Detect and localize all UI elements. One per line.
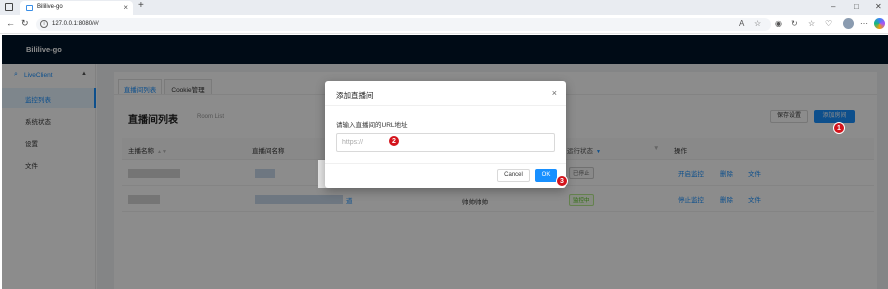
dialog-footer: Cancel OK xyxy=(325,163,566,188)
add-room-dialog: 添加直播间 × 请输入直播间的URL地址 Cancel OK xyxy=(325,81,566,188)
favorite-star-icon[interactable]: ☆ xyxy=(754,19,761,28)
tab-close-icon[interactable]: × xyxy=(123,3,128,12)
site-info-icon[interactable]: i xyxy=(40,20,48,28)
extension-icon[interactable]: ◉ xyxy=(775,19,782,28)
refresh-button[interactable]: ↻ xyxy=(21,18,29,29)
tab-favicon-icon xyxy=(26,5,33,11)
browser-tab-bar: Bililive-go × + – □ ✕ xyxy=(0,0,888,15)
window-menu-icon[interactable] xyxy=(5,3,13,11)
step-callout-3: 3 xyxy=(556,175,568,187)
cancel-button[interactable]: Cancel xyxy=(497,169,530,182)
address-toolbar: ← ↻ i 127.0.0.1:8080/#/ A ☆ ◉ ↻ ☆ ♡ ⋯ xyxy=(0,15,888,34)
close-icon[interactable]: × xyxy=(552,88,557,98)
address-bar[interactable]: i 127.0.0.1:8080/#/ xyxy=(36,18,771,31)
maximize-button[interactable]: □ xyxy=(854,2,859,11)
favorites-icon[interactable]: ☆ xyxy=(808,19,815,28)
dialog-title: 添加直播间 xyxy=(336,91,374,100)
copilot-icon[interactable] xyxy=(874,18,885,29)
browser-tab[interactable]: Bililive-go × xyxy=(20,1,133,15)
room-url-input[interactable] xyxy=(336,133,555,152)
dialog-header: 添加直播间 × xyxy=(325,81,566,106)
minimize-button[interactable]: – xyxy=(831,2,835,11)
url-field-label: 请输入直播间的URL地址 xyxy=(336,122,408,129)
profile-avatar[interactable] xyxy=(843,18,854,29)
step-callout-2: 2 xyxy=(388,135,400,147)
url-text: 127.0.0.1:8080/#/ xyxy=(52,21,99,27)
tab-title: Bililive-go xyxy=(37,4,63,10)
close-window-button[interactable]: ✕ xyxy=(875,2,882,11)
heart-icon[interactable]: ♡ xyxy=(825,19,832,28)
refresh-extension-icon[interactable]: ↻ xyxy=(791,19,798,28)
back-button[interactable]: ← xyxy=(6,18,15,28)
step-callout-1: 1 xyxy=(833,122,845,134)
new-tab-button[interactable]: + xyxy=(138,0,144,11)
more-menu-icon[interactable]: ⋯ xyxy=(860,19,868,28)
read-aloud-icon[interactable]: A xyxy=(739,19,744,28)
ok-button[interactable]: OK xyxy=(535,169,557,182)
